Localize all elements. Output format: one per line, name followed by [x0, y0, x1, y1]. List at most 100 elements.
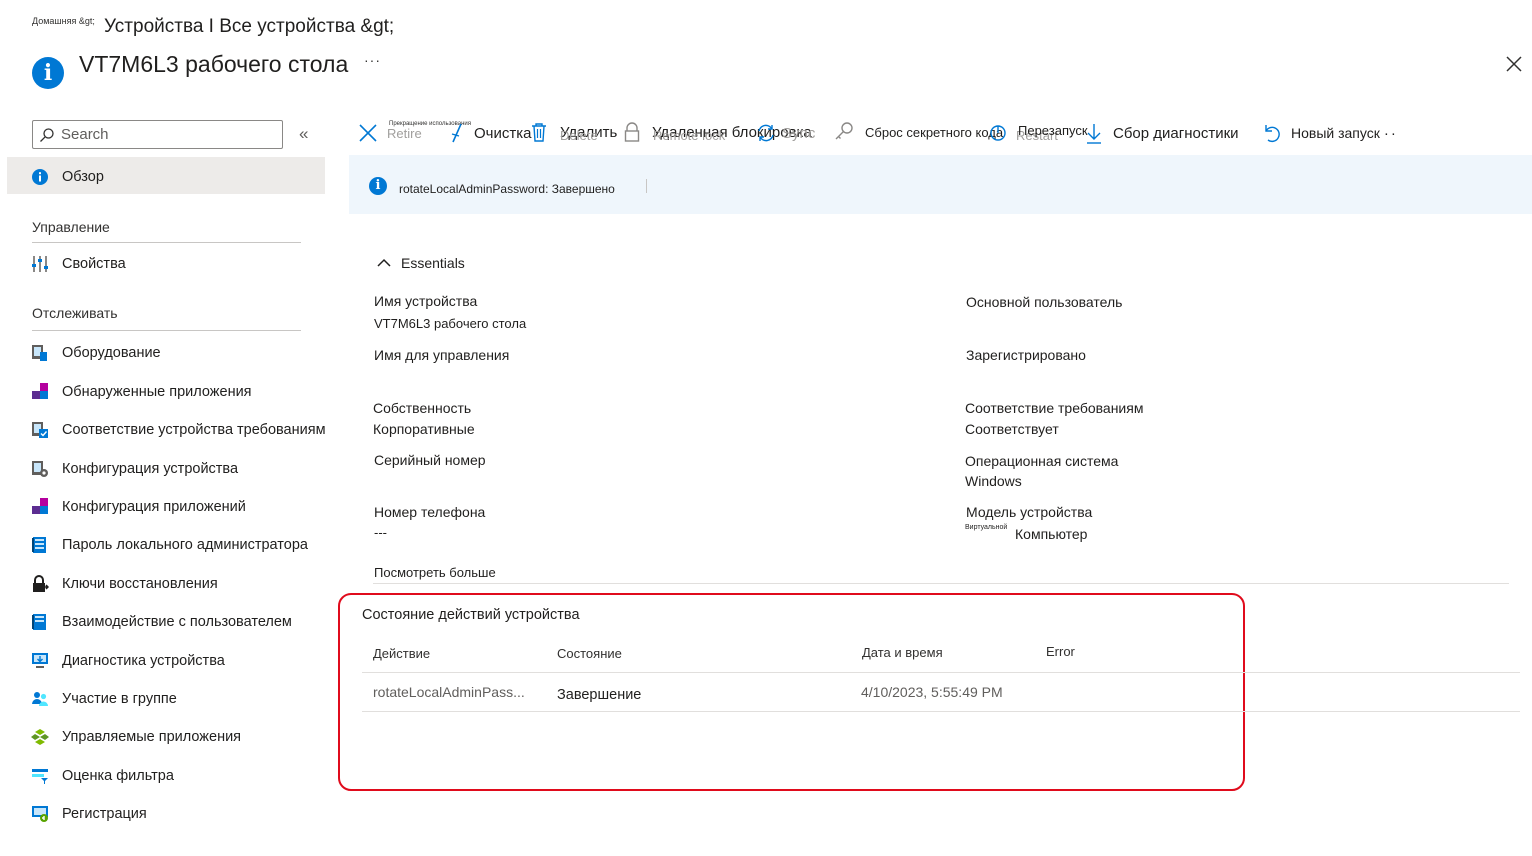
new-launch-button[interactable]: Новый запуск ·· — [1262, 122, 1398, 144]
sidebar-item-device-diagnostics[interactable]: Диагностика устройства — [0, 646, 225, 676]
sidebar-item-filter-evaluation[interactable]: Оценка фильтра — [0, 761, 174, 791]
page-title: VT7M6L3 рабочего стола — [79, 51, 349, 77]
key-icon — [835, 122, 853, 140]
remote-lock-ghost-label: Remote lock — [653, 128, 726, 143]
divider — [362, 711, 1520, 712]
sidebar-item-label: Конфигурация устройства — [62, 461, 239, 477]
undo-icon — [1265, 125, 1280, 143]
collapse-sidebar-button[interactable]: « — [299, 124, 308, 144]
device-name-label: Имя устройства — [374, 293, 478, 309]
model-value: Компьютер — [1015, 526, 1088, 542]
lock-icon — [31, 575, 50, 593]
primary-user-label: Основной пользователь — [966, 294, 1123, 310]
info-icon: i — [369, 177, 387, 195]
trash-icon — [532, 123, 546, 142]
hardware-icon — [31, 344, 49, 362]
sidebar-item-label: Обзор — [62, 169, 104, 185]
sidebar-item-user-experience[interactable]: Взаимодействие с пользователем — [0, 607, 292, 637]
sidebar-item-device-configuration[interactable]: Конфигурация устройства — [0, 454, 238, 484]
chevron-up-icon — [377, 258, 391, 267]
collect-diagnostics-button[interactable]: Сбор диагностики — [1086, 122, 1239, 144]
phone-number-label: Номер телефона — [374, 504, 486, 520]
sidebar-item-overview[interactable]: Обзор — [0, 162, 104, 192]
password-icon — [31, 536, 49, 554]
essentials-title: Essentials — [401, 255, 465, 271]
sidebar-item-label: Диагностика устройства — [62, 653, 225, 669]
divider — [32, 330, 301, 331]
os-value: Windows — [965, 473, 1022, 489]
model-value-small: Виртуальной — [965, 524, 1008, 531]
ownership-value: Корпоративные — [373, 421, 475, 437]
sidebar-item-label: Ключи восстановления — [62, 576, 218, 592]
sidebar-item-label: Оборудование — [62, 345, 161, 361]
sidebar-item-enrollment[interactable]: Регистрация — [0, 799, 147, 829]
device-name-value: VT7M6L3 рабочего стола — [374, 316, 527, 331]
diagnostics-icon — [31, 652, 49, 670]
sync-button[interactable]: Sync — [756, 123, 815, 143]
sidebar-item-properties[interactable]: Свойства — [0, 249, 126, 279]
sidebar-item-managed-apps[interactable]: Управляемые приложения — [0, 722, 241, 752]
device-info-icon: i — [32, 57, 64, 89]
sidebar-item-label: Участие в группе — [62, 691, 177, 707]
row-status: Завершение — [557, 687, 642, 703]
divider — [373, 583, 1509, 584]
close-icon[interactable] — [1500, 50, 1528, 78]
sidebar-item-discovered-apps[interactable]: Обнаруженные приложения — [0, 377, 252, 407]
more-options-button[interactable]: ··· — [364, 52, 381, 68]
see-more-link[interactable]: Посмотреть больше — [374, 565, 496, 580]
table-row[interactable]: rotateLocalAdminPass... Завершение 4/10/… — [362, 673, 1520, 711]
enrollment-icon — [31, 805, 49, 823]
ownership-label: Собственность — [373, 400, 472, 416]
column-header-action[interactable]: Действие — [373, 646, 430, 661]
sidebar-item-hardware[interactable]: Оборудование — [0, 338, 161, 368]
row-action: rotateLocalAdminPass... — [373, 684, 525, 700]
essentials-toggle[interactable]: Essentials — [376, 255, 465, 271]
column-header-datetime[interactable]: Дата и время — [862, 645, 943, 660]
delete-ghost-label: Delete — [560, 128, 598, 143]
wipe-icon — [451, 123, 462, 143]
sidebar-item-label: Соответствие устройства требованиям — [62, 422, 326, 438]
collect-diagnostics-label: Сбор диагностики — [1113, 124, 1239, 142]
sidebar-item-label: Оценка фильтра — [62, 768, 174, 784]
management-name-label: Имя для управления — [374, 347, 510, 363]
restart-button[interactable] — [988, 123, 1008, 143]
sidebar-item-app-configuration[interactable]: Конфигурация приложений — [0, 492, 246, 522]
reset-passcode-label: Сброс секретного кода — [865, 124, 1004, 140]
sidebar-item-group-membership[interactable]: Участие в группе — [0, 684, 177, 714]
status-banner: i rotateLocalAdminPassword: Завершено — [349, 155, 1532, 214]
sidebar-item-local-admin-password[interactable]: Пароль локального администратора — [0, 530, 308, 560]
download-icon — [1087, 124, 1101, 144]
search-input[interactable] — [61, 124, 276, 145]
sidebar-item-device-compliance[interactable]: Соответствие устройства требованиям — [0, 415, 326, 445]
toolbar-more-button[interactable]: ·· — [1384, 125, 1398, 142]
restart-label: Перезапуск — [1018, 123, 1088, 138]
wipe-button[interactable]: Очистка — [449, 122, 531, 144]
compliance-value: Соответствует — [965, 421, 1059, 437]
column-header-status[interactable]: Состояние — [557, 646, 622, 661]
os-label: Операционная система — [965, 453, 1119, 469]
search-input-container[interactable] — [32, 120, 283, 149]
info-icon — [31, 168, 49, 186]
apps-icon — [31, 383, 49, 401]
breadcrumb-home[interactable]: Домашняя &gt; — [32, 16, 95, 26]
breadcrumb-path[interactable]: Устройства I Все устройства &gt; — [104, 16, 394, 38]
reset-passcode-button[interactable]: Сброс секретного кода — [834, 121, 1003, 143]
column-header-error[interactable]: Error — [1046, 644, 1075, 659]
section-heading-monitor: Отслеживать — [32, 305, 118, 321]
wipe-label: Очистка — [474, 124, 532, 142]
close-icon — [359, 124, 377, 142]
compliance-icon — [31, 421, 49, 439]
properties-icon — [31, 255, 49, 273]
sidebar-item-recovery-keys[interactable]: Ключи восстановления — [0, 569, 218, 599]
lock-icon — [624, 122, 640, 142]
phone-number-value: --- — [374, 525, 387, 540]
configuration-icon — [31, 460, 49, 478]
divider — [32, 242, 301, 243]
sidebar-item-label: Обнаруженные приложения — [62, 384, 252, 400]
sync-icon — [758, 124, 774, 142]
group-icon — [31, 690, 49, 708]
search-icon — [40, 128, 54, 142]
sidebar-item-label: Свойства — [62, 256, 126, 272]
restart-icon — [990, 125, 1006, 141]
row-datetime: 4/10/2023, 5:55:49 PM — [861, 684, 1003, 700]
